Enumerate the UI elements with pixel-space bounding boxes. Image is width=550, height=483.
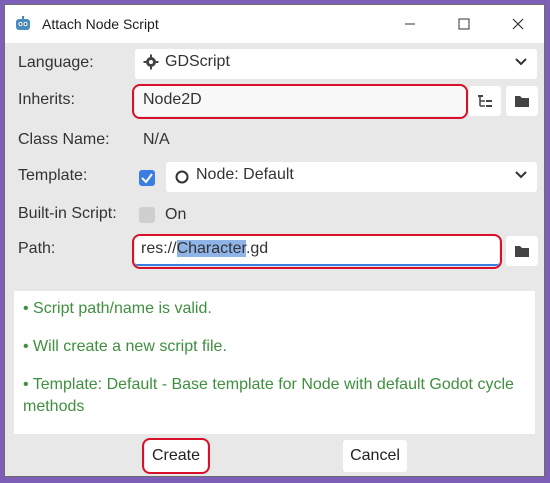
dialog-content: Language: GDScript Inherits: Node2D Clas… (5, 43, 544, 476)
create-button[interactable]: Create (145, 440, 207, 472)
pick-inherited-class-button[interactable] (469, 86, 501, 116)
checkmark-icon (141, 173, 153, 184)
language-value: GDScript (165, 53, 230, 70)
validation-info-panel: • Script path/name is valid. • Will crea… (14, 291, 535, 434)
inherits-label: Inherits: (18, 91, 75, 108)
inherits-input[interactable]: Node2D (135, 86, 466, 116)
template-checkbox[interactable] (139, 170, 155, 186)
minimize-button[interactable] (387, 5, 433, 43)
folder-icon (515, 96, 529, 107)
template-value: Node: Default (196, 166, 294, 183)
builtin-script-on-label: On (165, 206, 187, 223)
language-label: Language: (18, 54, 94, 71)
maximize-icon (458, 18, 470, 30)
builtin-script-label: Built-in Script: (18, 205, 117, 222)
godot-logo-icon (16, 16, 30, 30)
inherits-value: Node2D (143, 91, 202, 108)
title-bar: Attach Node Script (5, 5, 544, 43)
class-tree-icon (478, 95, 492, 107)
attach-node-script-dialog: Attach Node Script Language: GDScript In… (4, 4, 545, 477)
folder-icon (515, 246, 529, 257)
info-line-path-valid: • Script path/name is valid. (23, 300, 212, 317)
browse-inherited-file-button[interactable] (506, 86, 538, 116)
path-prefix: res:// (141, 240, 177, 257)
maximize-button[interactable] (441, 5, 487, 43)
close-button[interactable] (495, 5, 541, 43)
cancel-button[interactable]: Cancel (343, 440, 407, 472)
info-line-new-file: • Will create a new script file. (23, 338, 227, 355)
path-value: res://Character.gd (141, 240, 268, 258)
chevron-down-icon (515, 171, 527, 179)
chevron-down-icon (515, 58, 527, 66)
close-icon (512, 18, 524, 30)
minimize-icon (405, 23, 415, 25)
language-dropdown[interactable]: GDScript (135, 49, 537, 79)
class-name-value: N/A (143, 131, 170, 148)
browse-path-button[interactable] (506, 236, 538, 266)
path-input[interactable]: res://Character.gd (135, 236, 499, 266)
window-title: Attach Node Script (42, 16, 159, 32)
path-label: Path: (18, 240, 56, 257)
info-line-template: • Template: Default - Base template for … (23, 376, 514, 415)
class-name-label: Class Name: (18, 131, 110, 148)
path-selected-text: Character (176, 240, 246, 257)
builtin-script-checkbox[interactable] (139, 207, 155, 223)
node-circle-icon (175, 170, 189, 184)
gear-icon (143, 54, 159, 70)
path-suffix: .gd (245, 240, 269, 257)
template-label: Template: (18, 167, 88, 184)
template-dropdown[interactable]: Node: Default (166, 162, 537, 192)
